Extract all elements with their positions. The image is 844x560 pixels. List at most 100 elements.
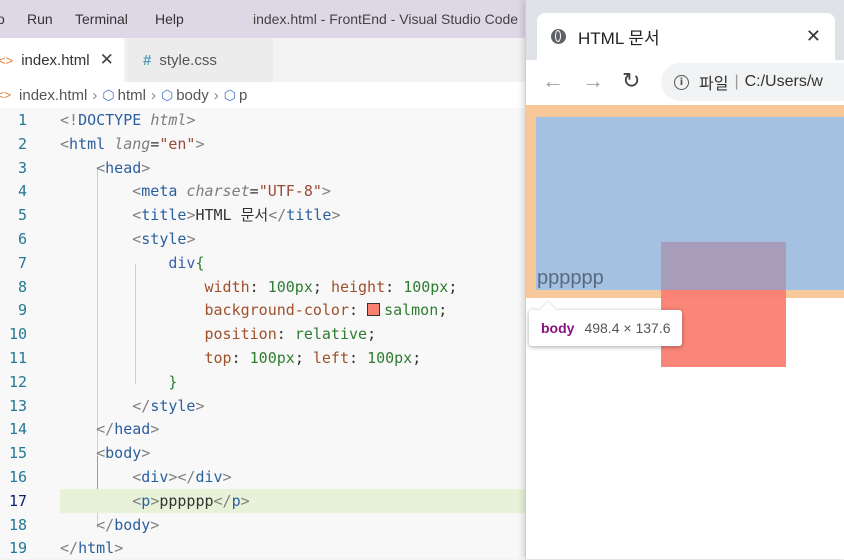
- code-token: position: [204, 325, 277, 344]
- code-token: =: [249, 182, 259, 201]
- breadcrumb-item-p[interactable]: p: [239, 87, 247, 104]
- code-token: width: [204, 277, 250, 296]
- info-icon[interactable]: i: [674, 74, 689, 90]
- line-number: 16: [8, 468, 27, 486]
- tab-label: index.html: [21, 51, 90, 69]
- menu-item-run[interactable]: Run: [27, 11, 53, 27]
- inspect-tooltip: body 498.4 × 137.6: [529, 310, 683, 346]
- window-title: index.html - FrontEnd - Visual Studio Co…: [253, 11, 519, 27]
- code-token: >: [186, 230, 196, 248]
- code-token: ;: [294, 349, 313, 367]
- code-token: head: [105, 158, 142, 177]
- code-token: >: [195, 396, 205, 415]
- tab-style-css[interactable]: # style.css: [127, 38, 273, 82]
- code-text: </html>: [60, 536, 123, 560]
- code-token: >: [141, 444, 151, 463]
- code-token: >: [321, 182, 331, 201]
- line-number: 2: [17, 134, 27, 153]
- code-text: </style>: [60, 394, 205, 418]
- code-token: ;: [367, 325, 377, 344]
- code-token: <: [132, 182, 142, 201]
- code-token: <: [132, 206, 142, 225]
- chevron-right-icon: ›: [150, 86, 156, 104]
- code-token: title: [286, 206, 332, 225]
- browser-toolbar: ← → ↻ i 파일 | C:/Users/w: [526, 60, 844, 104]
- code-text: <meta charset="UTF-8">: [60, 179, 331, 203]
- code-token: =: [150, 134, 160, 153]
- reload-icon[interactable]: ↻: [622, 69, 640, 93]
- code-token: HTML 문서: [195, 206, 269, 225]
- line-number: 15: [8, 444, 27, 463]
- line-number: 9: [17, 301, 27, 320]
- code-token: height: [330, 277, 386, 296]
- code-token: meta: [141, 182, 178, 201]
- code-token: html: [78, 539, 115, 558]
- address-url: C:/Users/w: [744, 73, 823, 90]
- code-token: left: [312, 349, 349, 367]
- chevron-right-icon: ›: [92, 86, 98, 104]
- code-token: DOCTYPE: [78, 111, 142, 129]
- code-token: 100px: [267, 277, 313, 296]
- forward-arrow-icon[interactable]: →: [582, 69, 604, 93]
- code-text: <p>pppppp</p>: [60, 489, 250, 513]
- color-swatch-icon[interactable]: [367, 303, 381, 317]
- breadcrumb-item-file[interactable]: index.html: [19, 87, 87, 104]
- code-token: ;: [312, 277, 331, 296]
- code-token: body: [105, 444, 142, 463]
- code-token: >: [195, 134, 205, 153]
- code-token: >: [240, 491, 250, 510]
- code-token: div: [168, 253, 196, 272]
- code-token: style: [141, 230, 187, 248]
- menu-item-go[interactable]: o: [0, 11, 5, 27]
- code-token: ;: [438, 301, 448, 320]
- code-token: "UTF-8": [258, 182, 322, 201]
- code-token: charset: [186, 182, 250, 201]
- close-icon[interactable]: ✕: [806, 26, 821, 47]
- globe-icon: [551, 29, 566, 44]
- menu-item-help[interactable]: Help: [155, 11, 184, 27]
- line-number: 13: [8, 396, 27, 415]
- breadcrumb-item-html[interactable]: html: [118, 87, 146, 104]
- back-arrow-icon[interactable]: ←: [542, 69, 564, 93]
- line-number: 7: [17, 253, 27, 272]
- paragraph-text: pppppp: [537, 267, 604, 289]
- code-token: div: [195, 468, 223, 486]
- menu-item-terminal[interactable]: Terminal: [75, 11, 128, 27]
- browser-tab-strip: HTML 문서 ✕: [526, 0, 844, 60]
- browser-window: HTML 문서 ✕ ← → ↻ i 파일 | C:/Users/w pppppp…: [525, 0, 844, 559]
- code-token: ;: [412, 349, 422, 367]
- close-icon[interactable]: ✕: [100, 50, 114, 70]
- code-token: salmon: [384, 301, 439, 320]
- browser-tab[interactable]: HTML 문서 ✕: [537, 13, 835, 60]
- code-text: <style>: [60, 227, 195, 251]
- code-token: >: [150, 420, 160, 439]
- code-text: position: relative;: [60, 322, 377, 346]
- code-token: lang: [114, 134, 151, 153]
- tab-index-html[interactable]: <> index.html ✕: [0, 38, 124, 82]
- code-token: p: [141, 491, 151, 510]
- line-number: 1: [17, 111, 27, 129]
- code-token: <!: [60, 111, 79, 129]
- line-number: 5: [17, 206, 27, 225]
- code-token: <: [132, 230, 142, 248]
- line-number: 19: [8, 539, 27, 558]
- code-token: ;: [448, 277, 458, 296]
- address-bar[interactable]: i 파일 | C:/Users/w: [661, 63, 844, 101]
- code-token: 100px: [403, 277, 449, 296]
- code-text: </body>: [60, 513, 159, 537]
- code-token: >: [331, 206, 341, 225]
- html-file-icon: <>: [0, 52, 14, 68]
- breadcrumb-item-body[interactable]: body: [176, 87, 209, 104]
